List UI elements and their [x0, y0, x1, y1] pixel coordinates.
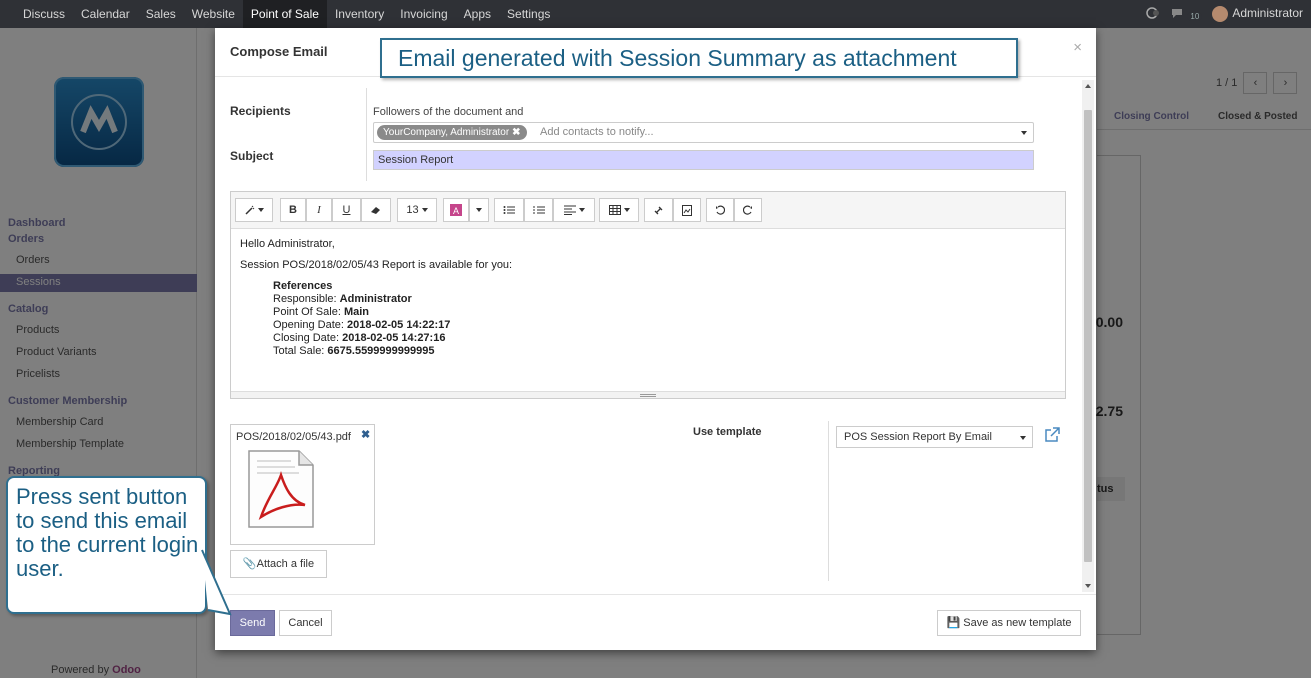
- align-dropdown[interactable]: [553, 198, 595, 222]
- image-button[interactable]: [673, 198, 701, 222]
- total-sale-value: 6675.5599999999995: [327, 345, 435, 357]
- bullet-list-button[interactable]: [494, 198, 524, 222]
- references-title: References: [273, 280, 333, 292]
- intro-text: Session POS/2018/02/05/43 Report is avai…: [240, 259, 513, 271]
- underline-button[interactable]: U: [332, 198, 361, 222]
- menu-settings[interactable]: Settings: [499, 0, 558, 28]
- modal-title: Compose Email: [230, 44, 328, 59]
- svg-text:A: A: [453, 206, 459, 216]
- modal-scrollbar[interactable]: [1082, 80, 1094, 592]
- remove-tag-icon[interactable]: ✖: [512, 127, 520, 138]
- link-button[interactable]: [644, 198, 673, 222]
- subject-label: Subject: [230, 149, 274, 163]
- pdf-file-icon: [248, 450, 314, 528]
- remove-attachment-icon[interactable]: ✖: [361, 428, 370, 441]
- menu-point-of-sale[interactable]: Point of Sale: [242, 0, 327, 28]
- menu-invoicing[interactable]: Invoicing: [392, 0, 455, 28]
- send-button[interactable]: Send: [230, 610, 275, 636]
- modal-footer: Send Cancel 💾 Save as new template: [215, 594, 1096, 650]
- divider: [828, 421, 829, 581]
- eraser-button[interactable]: [361, 198, 391, 222]
- messages-icon[interactable]: 10: [1170, 7, 1203, 22]
- messages-count-badge: 10: [1187, 11, 1203, 21]
- bullet-list-icon: [503, 206, 515, 214]
- opening-date-value: 2018-02-05 14:22:17: [347, 319, 451, 331]
- numbered-list-icon: [533, 206, 545, 214]
- redo-button[interactable]: [734, 198, 762, 222]
- menu-website[interactable]: Website: [184, 0, 243, 28]
- font-color-button[interactable]: A: [443, 198, 469, 222]
- font-color-icon: A: [450, 204, 462, 216]
- undo-button[interactable]: [706, 198, 734, 222]
- undo-icon: [716, 205, 725, 215]
- recipients-placeholder: Add contacts to notify...: [540, 126, 654, 138]
- italic-button[interactable]: I: [306, 198, 332, 222]
- user-menu[interactable]: Administrator: [1212, 6, 1303, 22]
- bold-button[interactable]: B: [280, 198, 306, 222]
- user-name: Administrator: [1232, 6, 1303, 21]
- template-select[interactable]: POS Session Report By Email: [836, 426, 1033, 448]
- recipient-tag: YourCompany, Administrator ✖: [377, 125, 527, 140]
- template-value: POS Session Report By Email: [844, 431, 992, 443]
- editor-toolbar: B I U 13 A: [231, 192, 1065, 229]
- subject-field[interactable]: Session Report: [373, 150, 1034, 170]
- chevron-down-icon[interactable]: [1021, 131, 1027, 135]
- close-icon[interactable]: ×: [1073, 39, 1082, 56]
- recipients-label: Recipients: [230, 104, 291, 118]
- image-icon: [682, 204, 692, 216]
- attach-file-button[interactable]: 📎Attach a file: [230, 550, 327, 578]
- eraser-icon: [371, 207, 380, 214]
- paperclip-icon: 📎: [242, 558, 257, 570]
- scroll-up-icon[interactable]: [1085, 84, 1091, 88]
- menu-discuss[interactable]: Discuss: [15, 0, 73, 28]
- responsible-value: Administrator: [339, 293, 412, 305]
- activity-icon[interactable]: [1146, 6, 1160, 22]
- cancel-button[interactable]: Cancel: [279, 610, 332, 636]
- divider: [366, 88, 367, 181]
- editor-resize-handle[interactable]: [231, 391, 1065, 398]
- closing-date-value: 2018-02-05 14:27:16: [342, 332, 446, 344]
- attachment-name[interactable]: POS/2018/02/05/43.pdf: [236, 431, 351, 443]
- editor-content[interactable]: Hello Administrator, Session POS/2018/02…: [231, 229, 1065, 367]
- annotation-text: Press sent button to send this email to …: [16, 484, 199, 581]
- annotation-callout-top: Email generated with Session Summary as …: [380, 38, 1018, 78]
- avatar: [1212, 6, 1229, 22]
- menu-inventory[interactable]: Inventory: [327, 0, 392, 28]
- app-menu: Discuss Calendar Sales Website Point of …: [0, 0, 558, 28]
- annotation-callout-left: Press sent button to send this email to …: [6, 476, 207, 614]
- menu-sales[interactable]: Sales: [138, 0, 184, 28]
- floppy-disk-icon: 💾: [946, 617, 961, 629]
- save-as-template-button[interactable]: 💾 Save as new template: [937, 610, 1081, 636]
- use-template-label: Use template: [693, 426, 762, 438]
- chevron-down-icon[interactable]: [1020, 436, 1026, 440]
- compose-email-dialog: Compose Email × Recipients Subject Follo…: [215, 28, 1096, 650]
- external-link-icon[interactable]: [1044, 427, 1060, 443]
- scroll-thumb[interactable]: [1084, 110, 1092, 562]
- menu-calendar[interactable]: Calendar: [73, 0, 138, 28]
- menu-apps[interactable]: Apps: [456, 0, 499, 28]
- style-dropdown[interactable]: [235, 198, 273, 222]
- align-left-icon: [563, 205, 576, 215]
- magic-wand-icon: [244, 205, 254, 215]
- numbered-list-button[interactable]: [524, 198, 553, 222]
- link-icon: [654, 206, 663, 214]
- greeting-text: Hello Administrator,: [240, 238, 335, 250]
- font-size-dropdown[interactable]: 13: [397, 198, 437, 222]
- callout-pointer: [201, 549, 232, 616]
- table-icon: [608, 205, 621, 215]
- pos-value: Main: [343, 306, 369, 318]
- systray: 10 Administrator: [1146, 0, 1303, 28]
- table-dropdown[interactable]: [599, 198, 639, 222]
- attachment-card: POS/2018/02/05/43.pdf ✖: [230, 424, 375, 545]
- redo-icon: [743, 205, 752, 215]
- annotation-text: Email generated with Session Summary as …: [398, 45, 957, 71]
- email-body-editor[interactable]: B I U 13 A Hello Administrator, Session …: [230, 191, 1066, 399]
- recipients-input[interactable]: YourCompany, Administrator ✖ Add contacts…: [373, 122, 1034, 143]
- top-navbar: Discuss Calendar Sales Website Point of …: [0, 0, 1311, 28]
- references-block: References Responsible: Administrator Po…: [273, 280, 451, 357]
- scroll-down-icon[interactable]: [1085, 584, 1091, 588]
- followers-text: Followers of the document and: [373, 106, 524, 118]
- font-color-dropdown[interactable]: [469, 198, 489, 222]
